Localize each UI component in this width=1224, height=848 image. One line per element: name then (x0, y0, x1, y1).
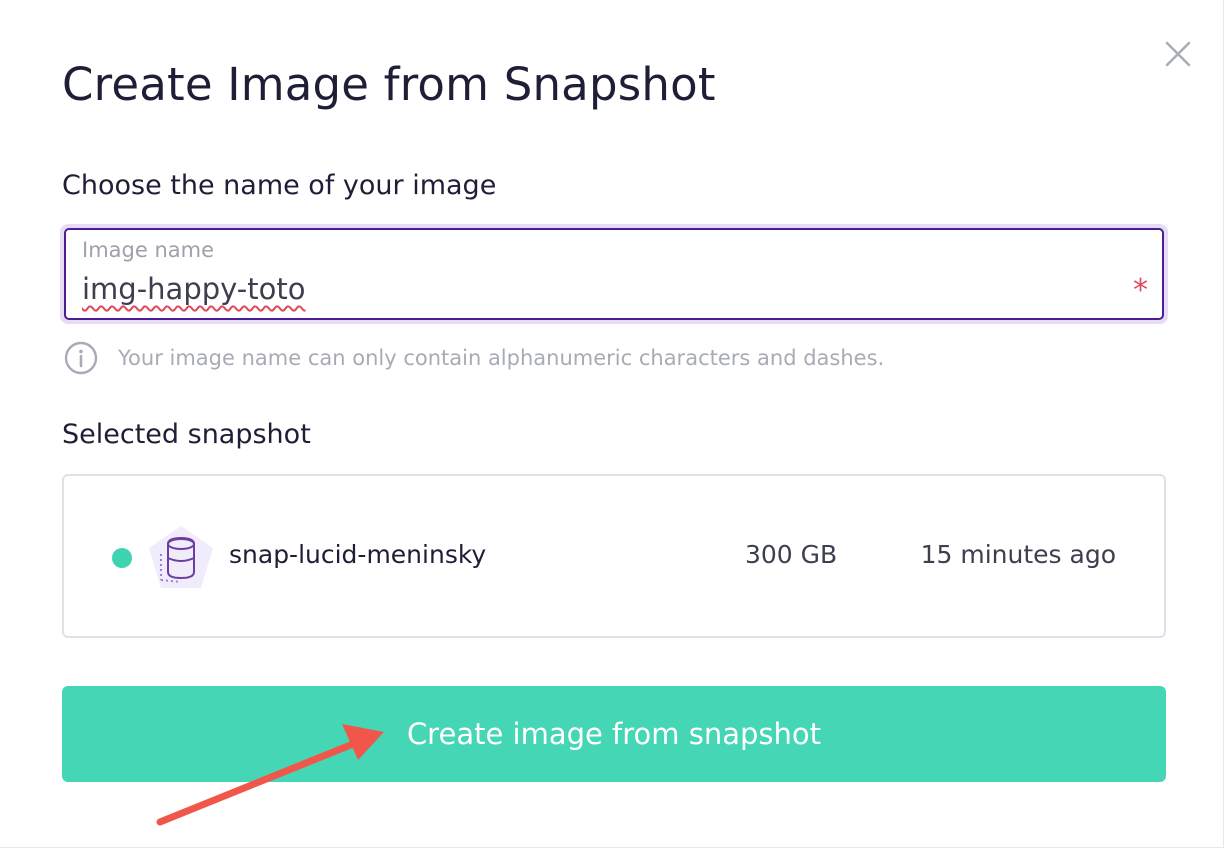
image-name-hint-text: Your image name can only contain alphanu… (118, 346, 885, 370)
image-name-input[interactable]: Image name img-happy-toto * (64, 228, 1164, 320)
create-image-modal: Create Image from Snapshot Choose the na… (0, 0, 1224, 848)
selected-snapshot-label: Selected snapshot (62, 419, 311, 450)
snapshot-size: 300 GB (745, 540, 838, 569)
required-indicator: * (1133, 273, 1148, 308)
volume-icon (149, 526, 213, 588)
snapshot-status-dot (112, 548, 132, 568)
snapshot-created-time: 15 minutes ago (920, 540, 1116, 569)
snapshot-name: snap-lucid-meninsky (229, 540, 487, 569)
image-name-hint: Your image name can only contain alphanu… (64, 341, 884, 375)
selected-snapshot-card: snap-lucid-meninsky 300 GB 15 minutes ag… (62, 474, 1166, 638)
info-icon (64, 341, 98, 375)
image-name-value[interactable]: img-happy-toto (82, 272, 306, 306)
close-icon[interactable] (1164, 40, 1192, 68)
create-image-button[interactable]: Create image from snapshot (62, 686, 1166, 782)
image-name-floating-label: Image name (82, 238, 214, 262)
image-name-section-label: Choose the name of your image (62, 170, 497, 201)
modal-title: Create Image from Snapshot (62, 58, 716, 111)
image-name-field[interactable]: Image name img-happy-toto * (60, 224, 1168, 324)
